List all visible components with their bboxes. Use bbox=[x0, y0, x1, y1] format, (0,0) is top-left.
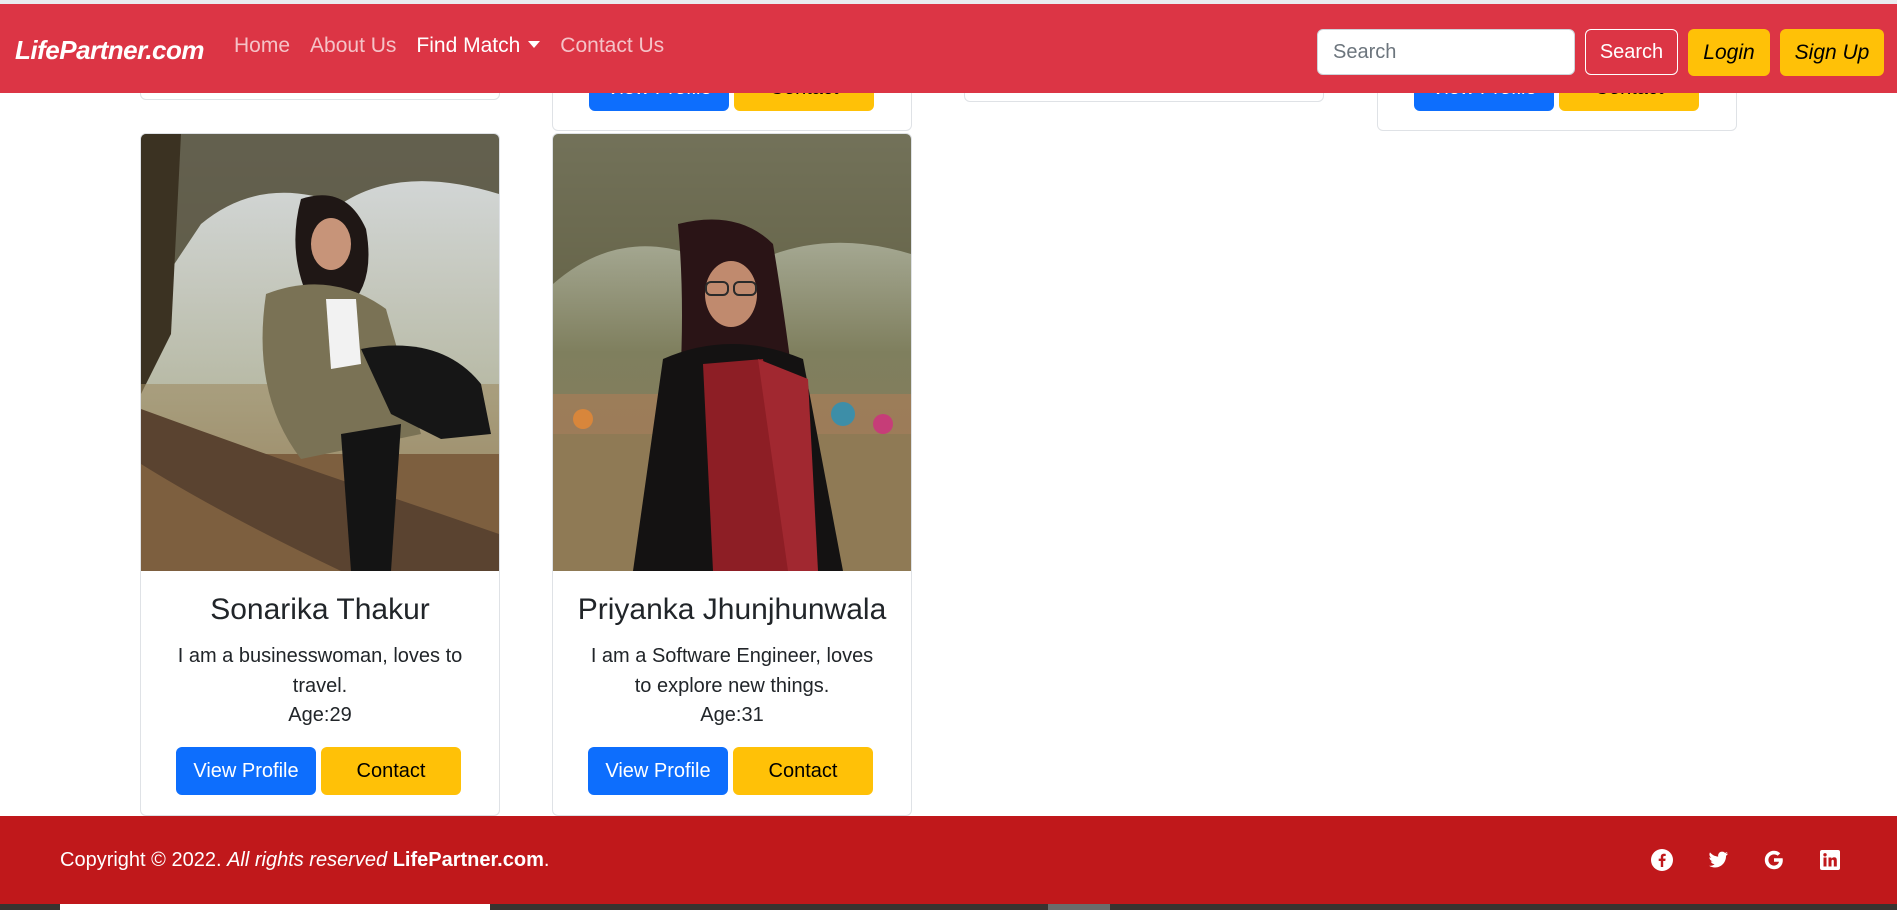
nav-link-contact[interactable]: Contact Us bbox=[550, 34, 674, 58]
profile-name: Sonarika Thakur bbox=[210, 593, 430, 626]
contact-button[interactable]: Contact bbox=[321, 747, 461, 795]
profile-description: I am a businesswoman, loves to travel. bbox=[177, 645, 463, 697]
profile-photo bbox=[553, 134, 911, 571]
brand-logo[interactable]: LifePartner.com bbox=[15, 35, 205, 66]
profile-name: Priyanka Jhunjhunwala bbox=[577, 593, 887, 626]
contact-button[interactable]: Contact bbox=[733, 747, 873, 795]
find-match-label: Find Match bbox=[416, 34, 521, 57]
copyright-brand: LifePartner.com bbox=[392, 849, 544, 871]
profile-photo-image bbox=[141, 134, 499, 571]
footer: Copyright © 2022. All rights reserved Li… bbox=[0, 816, 1897, 904]
profile-card: Priyanka Jhunjhunwala I am a Software En… bbox=[552, 133, 912, 816]
view-profile-button[interactable]: View Profile bbox=[588, 747, 728, 795]
twitter-icon[interactable] bbox=[1704, 846, 1732, 874]
nav-link-about[interactable]: About Us bbox=[300, 34, 406, 58]
copyright-text: Copyright © 2022. All rights reserved Li… bbox=[60, 849, 549, 872]
page-bottom-strip bbox=[0, 904, 1897, 910]
strip-segment bbox=[1048, 904, 1110, 910]
profile-description: I am a Software Engineer, loves to explo… bbox=[590, 645, 874, 697]
nav-links: Home About Us Find Match Contact Us bbox=[224, 34, 674, 58]
profile-age: Age:29 bbox=[288, 704, 352, 726]
copyright-suffix: . bbox=[543, 849, 550, 871]
copyright-rights: All rights reserved bbox=[227, 849, 388, 871]
profile-photo bbox=[141, 134, 499, 571]
search-button[interactable]: Search bbox=[1585, 29, 1678, 75]
nav-dropdown-find-match[interactable]: Find Match bbox=[406, 34, 550, 58]
copyright-prefix: Copyright © 2022. bbox=[60, 849, 222, 871]
chevron-down-icon bbox=[528, 41, 541, 48]
facebook-icon[interactable] bbox=[1648, 846, 1676, 874]
signup-button[interactable]: Sign Up bbox=[1780, 29, 1884, 76]
navbar: LifePartner.com Home About Us Find Match… bbox=[0, 0, 1897, 93]
google-icon[interactable] bbox=[1760, 846, 1788, 874]
strip-segment bbox=[60, 904, 490, 910]
profile-photo-image bbox=[553, 134, 911, 571]
search-input[interactable] bbox=[1317, 29, 1575, 75]
login-button[interactable]: Login bbox=[1688, 29, 1770, 76]
view-profile-button[interactable]: View Profile bbox=[176, 747, 316, 795]
profile-card: Sonarika Thakur I am a businesswoman, lo… bbox=[140, 133, 500, 816]
profile-age: Age:31 bbox=[700, 704, 764, 726]
linkedin-icon[interactable] bbox=[1816, 846, 1844, 874]
nav-link-home[interactable]: Home bbox=[224, 34, 300, 58]
